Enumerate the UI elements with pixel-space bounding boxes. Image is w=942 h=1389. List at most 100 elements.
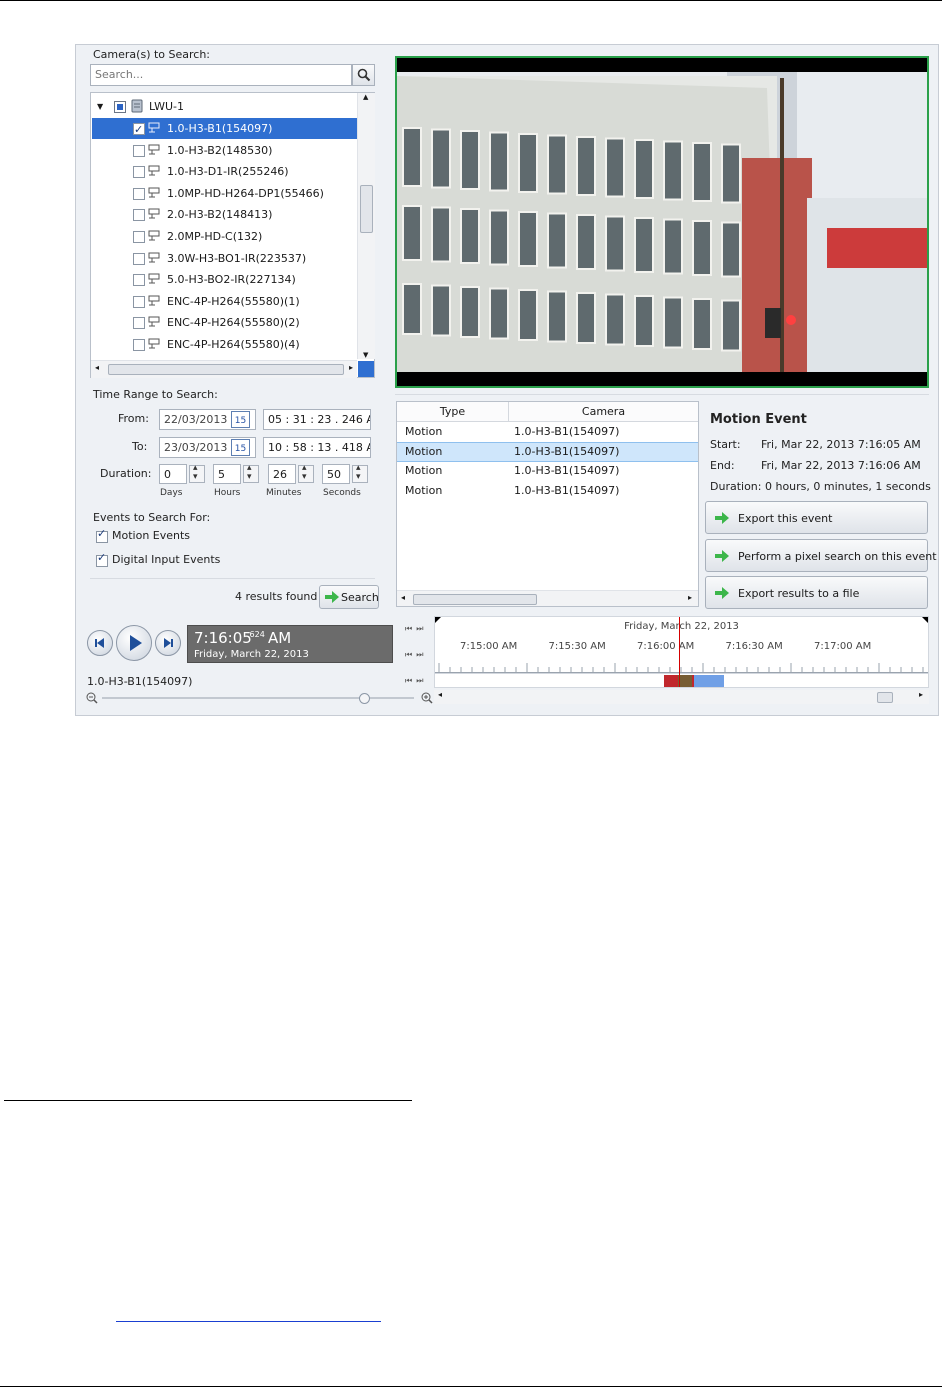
spinner-icon[interactable] [352, 463, 368, 483]
event-type-checkbox[interactable] [96, 551, 108, 567]
timeline-horizontal-scrollbar[interactable]: ◂ ▸ [434, 690, 929, 704]
camera-tree-vertical-scrollbar[interactable]: ▲ ▼ [357, 93, 375, 359]
result-type: Motion [405, 444, 443, 458]
camera-row[interactable]: 1.0-H3-D1-IR(255246) [92, 161, 358, 182]
results-horizontal-scrollbar[interactable]: ◂ ▸ [397, 590, 698, 606]
camera-checkbox[interactable] [133, 295, 145, 308]
result-row[interactable]: Motion 1.0-H3-B1(154097) [397, 441, 698, 462]
timeline-tick-label: 7:16:30 AM [725, 641, 783, 652]
scroll-left-icon[interactable]: ◂ [95, 363, 99, 372]
column-header-type[interactable]: Type [397, 402, 509, 422]
duration-hours-field[interactable]: 5 [213, 464, 241, 484]
search-button[interactable]: Search [319, 585, 379, 609]
page-bottom-rule [0, 1386, 942, 1387]
column-header-camera[interactable]: Camera [509, 402, 698, 422]
camera-row[interactable]: 1.0-H3-B1(154097) [92, 118, 358, 140]
scroll-thumb-horizontal[interactable] [877, 692, 893, 703]
results-table[interactable]: Type Camera Motion 1.0-H3-B1(154097) Motio… [396, 401, 699, 607]
spinner-icon[interactable] [243, 463, 259, 483]
camera-row[interactable]: 2.0MP-HD-C(132) [92, 226, 358, 247]
zoom-in-icon[interactable] [421, 692, 433, 704]
scroll-right-icon[interactable]: ▸ [688, 593, 692, 602]
camera-row[interactable]: ENC-4P-H264(55580)(1) [92, 291, 358, 312]
camera-row[interactable]: ENC-4P-H264(55580)(2) [92, 312, 358, 333]
camera-icon [148, 208, 160, 219]
camera-checkbox[interactable] [133, 119, 145, 140]
calendar-icon[interactable]: 15 [231, 439, 250, 456]
camera-row[interactable]: 3.0W-H3-BO1-IR(223537) [92, 248, 358, 269]
step-forward-icon [164, 638, 173, 648]
spinner-icon[interactable] [189, 463, 205, 483]
scroll-up-icon[interactable]: ▲ [363, 93, 368, 101]
camera-row[interactable]: ENC-4P-H264(55580)(4) [92, 334, 358, 355]
collapse-arrow-icon[interactable]: ▼ [97, 96, 103, 117]
scroll-left-icon[interactable]: ◂ [401, 593, 405, 602]
duration-seconds-field[interactable]: 50 [322, 464, 350, 484]
scroll-thumb-horizontal[interactable] [108, 364, 344, 375]
result-row[interactable]: Motion 1.0-H3-B1(154097) [397, 481, 698, 501]
event-type-checkbox[interactable] [96, 527, 108, 543]
camera-row[interactable]: 1.0MP-HD-H264-DP1(55466) [92, 183, 358, 204]
result-row[interactable]: Motion 1.0-H3-B1(154097) [397, 461, 698, 481]
camera-checkbox[interactable] [133, 144, 145, 157]
camera-checkbox[interactable] [133, 252, 145, 265]
export-event-button[interactable]: Export this event [705, 501, 928, 534]
previous-frame-button[interactable] [87, 630, 113, 656]
from-time-field[interactable]: 05 : 31 : 23 . 246 AM [263, 409, 371, 430]
scroll-thumb-horizontal[interactable] [413, 594, 537, 605]
camera-checkbox[interactable] [133, 166, 145, 179]
scroll-thumb[interactable] [360, 185, 373, 233]
event-type-label[interactable]: Motion Events [112, 529, 190, 542]
camera-checkbox[interactable] [133, 231, 145, 243]
result-camera: 1.0-H3-B1(154097) [514, 425, 620, 438]
camera-row[interactable]: 2.0-H3-B2(148413) [92, 204, 358, 225]
export-results-button[interactable]: Export results to a file [705, 576, 928, 609]
camera-checkbox[interactable] [133, 317, 145, 330]
camera-search-input[interactable]: Search... [90, 64, 352, 86]
footnote-rule [4, 1100, 412, 1101]
jump-controls-row[interactable]: ⏮⏭ [405, 624, 427, 634]
to-time-field[interactable]: 10 : 58 : 13 . 418 AM [263, 437, 371, 458]
next-frame-button[interactable] [155, 630, 181, 656]
result-row[interactable]: Motion 1.0-H3-B1(154097) [397, 422, 698, 442]
duration-days-field[interactable]: 0 [159, 464, 187, 484]
scroll-corner [358, 361, 374, 377]
camera-checkbox[interactable] [133, 209, 145, 222]
scroll-down-icon[interactable]: ▼ [363, 351, 368, 359]
camera-tree-horizontal-scrollbar[interactable]: ◂ ▸ [91, 360, 357, 378]
tree-site-row[interactable]: ▼ LWU-1 [92, 96, 358, 117]
camera-checkbox[interactable] [133, 339, 145, 351]
site-checkbox[interactable] [114, 101, 126, 113]
calendar-icon[interactable]: 15 [231, 411, 250, 428]
scroll-right-icon[interactable]: ▸ [919, 690, 923, 699]
timeline-date: Friday, March 22, 2013 [624, 621, 739, 632]
spinner-icon[interactable] [298, 463, 314, 483]
zoom-out-icon[interactable] [86, 692, 98, 704]
play-button[interactable] [116, 625, 152, 661]
zoom-slider-thumb[interactable] [359, 693, 370, 704]
green-arrow-icon [715, 587, 729, 599]
pixel-search-button[interactable]: Perform a pixel search on this event [705, 538, 937, 572]
camera-row[interactable]: 1.0-H3-B2(148530) [92, 140, 358, 161]
search-range-bar[interactable] [694, 675, 724, 687]
scroll-left-icon[interactable]: ◂ [438, 690, 442, 699]
duration-minutes-field[interactable]: 26 [268, 464, 296, 484]
camera-name: 1.0MP-HD-H264-DP1(55466) [167, 186, 324, 200]
footer-link-underline[interactable] [116, 1311, 381, 1322]
camera-row[interactable]: 5.0-H3-BO2-IR(227134) [92, 269, 358, 290]
timeline[interactable]: Friday, March 22, 2013 7:15:00 AM 7:15:30… [434, 616, 929, 688]
camera-search-button[interactable] [352, 64, 375, 86]
camera-checkbox[interactable] [133, 187, 145, 200]
jump-controls-row[interactable]: ⏮⏭ [405, 676, 427, 686]
event-type-label[interactable]: Digital Input Events [112, 553, 220, 566]
video-preview[interactable] [395, 56, 929, 388]
scroll-right-icon[interactable]: ▸ [349, 363, 353, 372]
divider [90, 578, 375, 579]
duration-unit-label: Days [160, 488, 183, 498]
green-arrow-icon [715, 549, 729, 562]
duration-unit-label: Seconds [323, 488, 361, 498]
jump-controls-row[interactable]: ⏮⏭ [405, 650, 427, 660]
camera-checkbox[interactable] [133, 274, 145, 287]
playhead-cursor[interactable] [679, 617, 680, 687]
camera-tree[interactable]: ▼ LWU-1 1.0-H3-B1(154097) 1.0-H3-B2(14853… [90, 92, 375, 378]
